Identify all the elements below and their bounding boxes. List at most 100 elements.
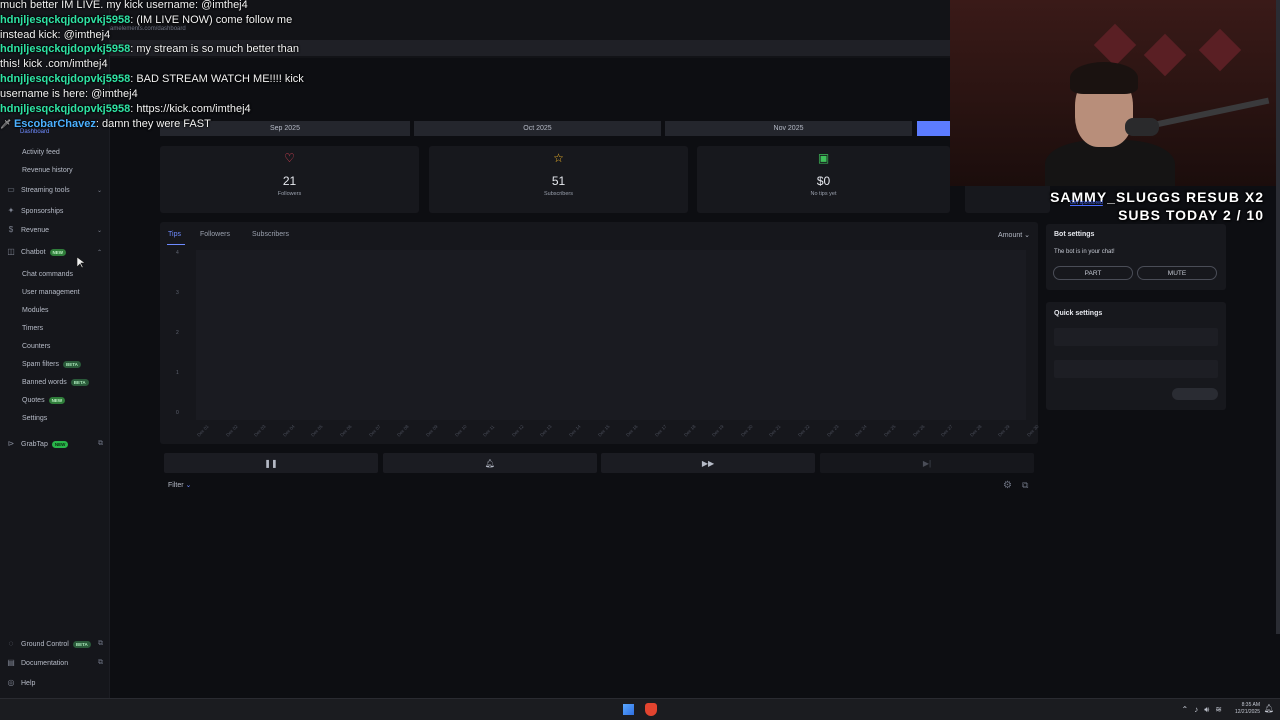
- sidebar-item-label: Activity feed: [22, 148, 60, 156]
- chevron-down-icon: ⌄: [96, 187, 102, 194]
- month-button[interactable]: Oct 2025: [414, 121, 661, 136]
- tab-followers[interactable]: Followers: [200, 231, 230, 238]
- sidebar-item-label: Documentation: [21, 659, 69, 667]
- chevron-down-icon: ⌄: [96, 227, 102, 234]
- followers-label: Followers: [277, 191, 302, 197]
- speaker-icon[interactable]: 🔊︎: [1204, 705, 1215, 714]
- sub-goal: SUBS TODAY 2 / 10: [1118, 207, 1264, 223]
- sidebar-item-sponsorships[interactable]: ✦ Sponsorships: [0, 203, 110, 219]
- chart-plot-area: [196, 250, 1026, 420]
- system-tray: ⌃♪🔊︎≋: [1182, 705, 1228, 715]
- sidebar-item-label: Revenue history: [22, 166, 73, 174]
- sidebar-item-banned-words[interactable]: Banned words BETA: [0, 374, 110, 390]
- part-button[interactable]: PART: [1053, 266, 1133, 280]
- mute-alerts-button[interactable]: 🔔︎: [383, 453, 597, 473]
- bot-settings-card: Bot settings The bot is in your chat!: [1046, 224, 1226, 290]
- quick-setting-field[interactable]: [1054, 328, 1218, 346]
- x-tick: Dec 16: [625, 423, 639, 438]
- sidebar-item-revenue-history[interactable]: Revenue history: [0, 162, 110, 178]
- bot-status: The bot is in your chat!: [1054, 249, 1115, 255]
- sidebar-item-documentation[interactable]: ▤ Documentation ⧉: [0, 655, 110, 671]
- sidebar-item-revenue[interactable]: $ Revenue ⌄: [0, 222, 110, 238]
- x-tick: Dec 29: [997, 423, 1011, 438]
- x-tick: Dec 20: [739, 423, 754, 438]
- x-tick: Dec 23: [825, 423, 840, 438]
- beta-badge: BETA: [70, 378, 89, 386]
- x-tick: Dec 19: [711, 423, 725, 438]
- current-month-button[interactable]: [917, 121, 950, 136]
- x-tick: Dec 25: [882, 423, 897, 438]
- skip-end-icon: ▶|: [922, 458, 932, 468]
- windows-start-icon[interactable]: [623, 704, 634, 715]
- clock[interactable]: 8:35 AM 12/21/2025: [1235, 702, 1260, 716]
- page-scrollbar[interactable]: [1276, 0, 1280, 634]
- taskbar: ⌃♪🔊︎≋ 8:35 AM 12/21/2025 🔔︎: [0, 698, 1280, 720]
- webcam-overlay: [950, 0, 1280, 186]
- mouse-cursor-icon: [77, 257, 85, 269]
- chat-message: : (IM LIVE NOW) come follow me: [130, 14, 293, 26]
- subscribers-count: 51: [551, 174, 566, 188]
- chat-line: hdnjljesqckqjdopvkj5958: my stream is so…: [0, 42, 299, 57]
- x-tick: Dec 05: [310, 423, 325, 438]
- chat-username: hdnjljesqckqjdopvkj5958: [0, 43, 131, 55]
- gear-icon[interactable]: ⚙: [1003, 480, 1012, 491]
- chevron-up-icon: ⌃: [96, 249, 102, 256]
- pause-button[interactable]: ❚❚: [164, 453, 378, 473]
- popout-icon[interactable]: ⧉: [1022, 480, 1028, 491]
- notification-bell-icon[interactable]: 🔔︎: [1264, 704, 1274, 713]
- sidebar-item-label: Help: [21, 679, 36, 687]
- x-tick: Dec 02: [224, 423, 239, 438]
- sidebar-item-counters[interactable]: Counters: [0, 338, 110, 354]
- active-tab-indicator: [167, 244, 185, 245]
- x-tick: Dec 12: [510, 423, 525, 438]
- streamer-hair: [1070, 62, 1138, 94]
- next-button[interactable]: ▶|: [820, 453, 1034, 473]
- sidebar-item-user-management[interactable]: User management: [0, 284, 110, 300]
- sidebar-item-timers[interactable]: Timers: [0, 320, 110, 336]
- x-tick: Dec 30: [1026, 423, 1040, 438]
- get-sponsored-link[interactable]: Get sponsored: [1070, 200, 1103, 206]
- skip-button[interactable]: ▶▶: [601, 453, 815, 473]
- quick-setting-field[interactable]: [1054, 360, 1218, 378]
- x-tick: Dec 21: [768, 423, 783, 438]
- brave-browser-icon[interactable]: [645, 703, 657, 716]
- sidebar-item-chat-commands[interactable]: Chat commands: [0, 266, 110, 282]
- subscribers-label: Subscribers: [543, 191, 574, 197]
- x-tick: Dec 07: [367, 423, 382, 438]
- chevron-up-icon[interactable]: ⌃: [1182, 705, 1195, 714]
- followers-count: 21: [282, 174, 297, 188]
- sword-icon: 🗡︎: [0, 119, 14, 129]
- new-badge: NEW: [48, 396, 66, 404]
- chart-panel: Tips Followers Subscribers Amount ⌄ 4 3 …: [160, 222, 1040, 444]
- sidebar-item-label: Ground Control: [21, 640, 69, 648]
- tab-subscribers[interactable]: Subscribers: [252, 231, 289, 238]
- fast-forward-icon: ▶▶: [701, 458, 715, 468]
- sidebar-item-modules[interactable]: Modules: [0, 302, 110, 318]
- sidebar-item-help[interactable]: ◎ Help: [0, 675, 110, 691]
- sidebar-item-label: GrabTap: [21, 440, 48, 448]
- sidebar-item-label: Modules: [22, 306, 49, 314]
- sort-dropdown[interactable]: Amount ⌄: [998, 231, 1030, 239]
- sidebar-item-activity-feed[interactable]: Activity feed: [0, 144, 110, 160]
- month-button[interactable]: Nov 2025: [665, 121, 912, 136]
- save-button[interactable]: [1172, 388, 1218, 400]
- mic-icon[interactable]: ♪: [1194, 705, 1204, 714]
- chat-line: hdnjljesqckqjdopvkj5958: https://kick.co…: [0, 102, 251, 117]
- x-tick: Dec 22: [797, 423, 811, 438]
- x-tick: Dec 15: [596, 423, 611, 438]
- tab-tips[interactable]: Tips: [168, 231, 181, 238]
- sidebar-item-label: Quotes: [22, 396, 45, 404]
- sidebar-item-ground-control[interactable]: ◌ Ground Control BETA ⧉: [0, 636, 110, 652]
- sidebar-item-quotes[interactable]: Quotes NEW: [0, 392, 110, 408]
- filter-dropdown[interactable]: Filter ⌄: [168, 481, 191, 489]
- sidebar-item-spam-filters[interactable]: Spam filters BETA: [0, 356, 110, 372]
- sidebar-item-grabtap[interactable]: ⊳ GrabTap NEW ⧉: [0, 436, 110, 452]
- mute-button[interactable]: MUTE: [1137, 266, 1217, 280]
- chat-line: much better IM LIVE. my kick username: @…: [0, 0, 248, 13]
- chat-line: 🗡︎ EscobarChavez: damn they were FAST: [0, 117, 211, 132]
- sidebar-item-streaming-tools[interactable]: ▭ Streaming tools ⌄: [0, 182, 110, 198]
- wifi-icon[interactable]: ≋: [1215, 705, 1228, 714]
- sidebar-item-settings[interactable]: Settings: [0, 410, 110, 426]
- sidebar-item-label: Revenue: [21, 226, 50, 234]
- sidebar-item-chatbot[interactable]: ◫ Chatbot NEW ⌃: [0, 244, 110, 260]
